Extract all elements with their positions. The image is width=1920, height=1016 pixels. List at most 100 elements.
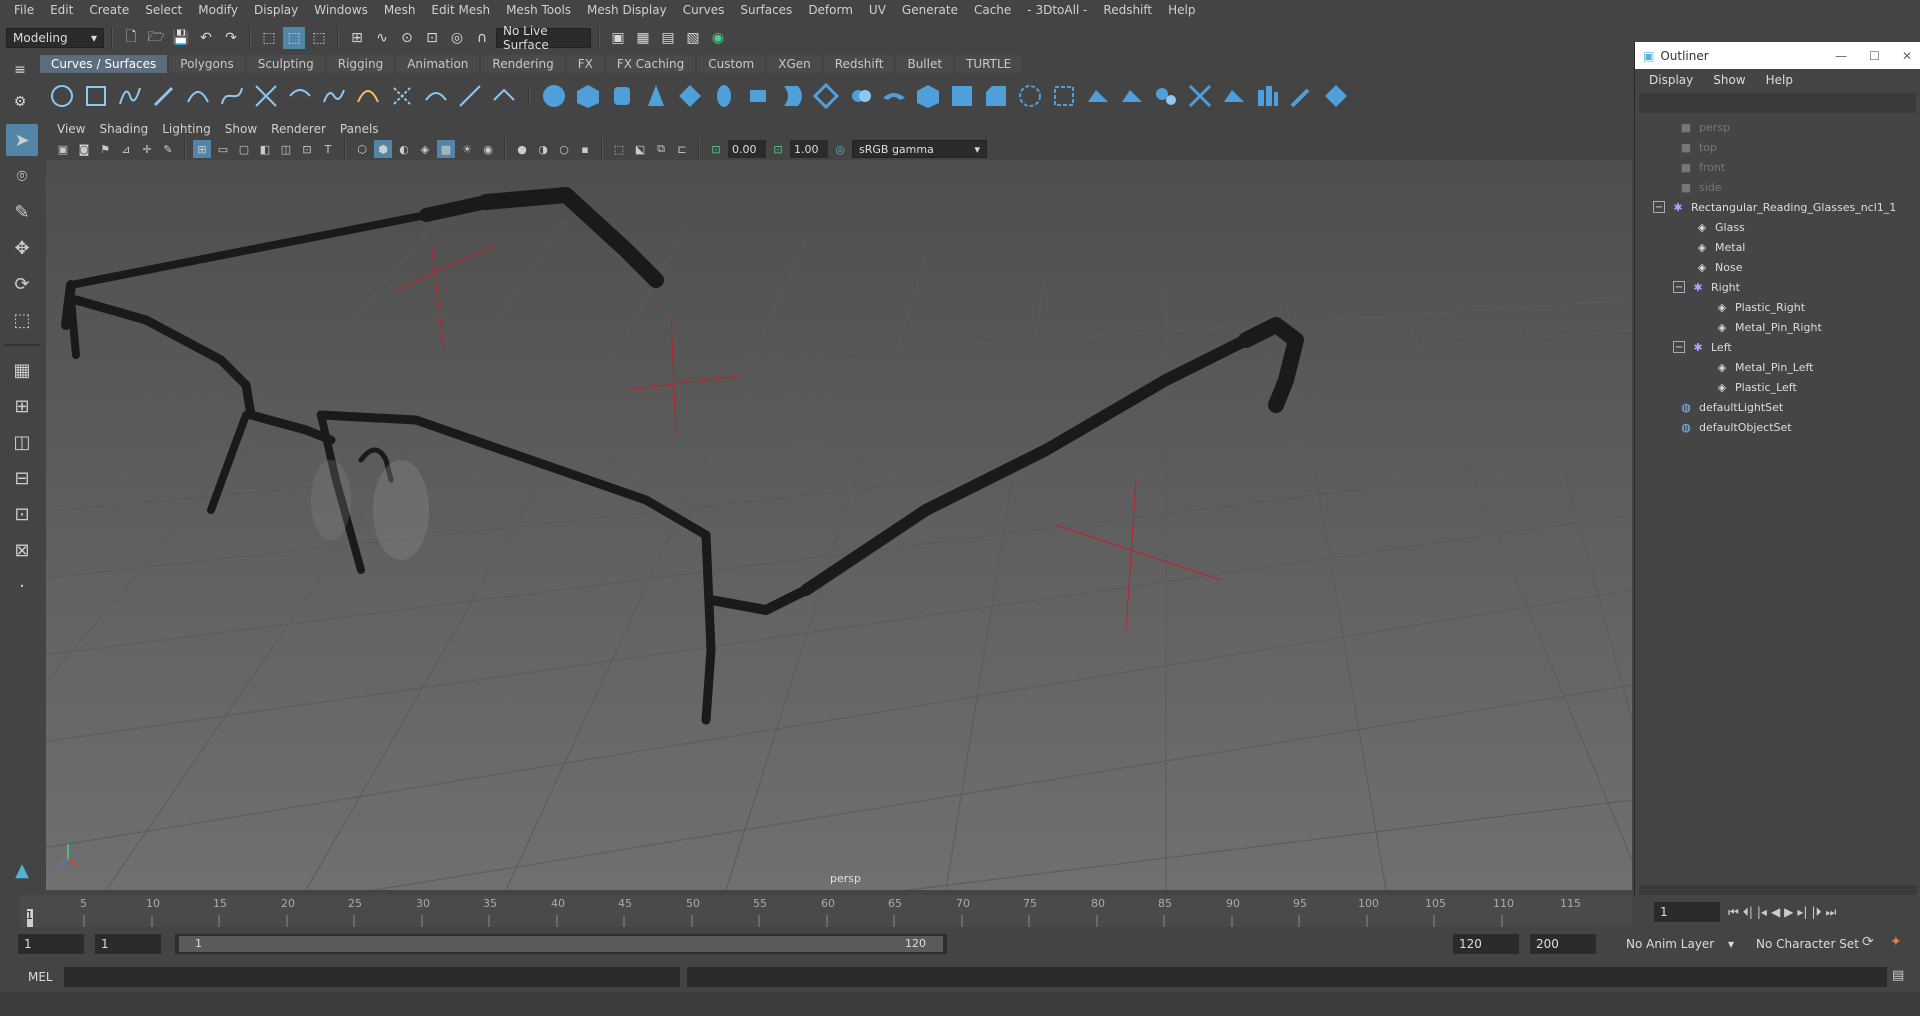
outliner-layout-icon[interactable]: ⊠	[6, 534, 38, 566]
workspace-dropdown[interactable]: Modeling ▾	[6, 28, 104, 48]
end-time-field[interactable]: 200	[1530, 934, 1596, 954]
outliner-item[interactable]: ◍ defaultObjectSet	[1635, 417, 1920, 437]
outliner-horizontal-scrollbar[interactable]	[1639, 885, 1917, 895]
film-gate-icon[interactable]: ▭	[214, 140, 232, 158]
outliner-menu-show[interactable]: Show	[1703, 73, 1755, 87]
range-end-field[interactable]: 120	[1453, 934, 1519, 954]
gamma-icon[interactable]: ⊡	[769, 140, 787, 158]
collapse-icon[interactable]: −	[1673, 341, 1685, 353]
viewport-menu-panels[interactable]: Panels	[333, 120, 386, 138]
go-to-end-icon[interactable]: ⏭	[1826, 905, 1837, 920]
field-chart-icon[interactable]: ◫	[277, 140, 295, 158]
shelf-tab-fx-caching[interactable]: FX Caching	[605, 55, 696, 73]
layout-more-icon[interactable]: ·	[6, 570, 38, 602]
perspective-viewport[interactable]: persp	[46, 160, 1632, 890]
menu-deform[interactable]: Deform	[800, 0, 861, 21]
hypershade-icon[interactable]: ◉	[707, 27, 729, 49]
lasso-tool-icon[interactable]: ⌾	[6, 160, 38, 192]
menu-mesh-tools[interactable]: Mesh Tools	[498, 0, 579, 21]
menu-mesh-display[interactable]: Mesh Display	[579, 0, 675, 21]
select-tool-icon[interactable]: ➤	[6, 124, 38, 156]
current-frame-field[interactable]: 1	[1654, 902, 1720, 922]
nurbs-sphere-icon[interactable]	[540, 82, 568, 110]
cv-curve-icon[interactable]	[116, 82, 144, 110]
outliner-item[interactable]: − ✱ Left	[1635, 337, 1920, 357]
birail-icon[interactable]	[880, 82, 908, 110]
persp-graph-layout-icon[interactable]: ⊟	[6, 462, 38, 494]
script-editor-icon[interactable]: ▤	[1892, 968, 1904, 983]
sculpt-geometry-icon[interactable]	[1288, 82, 1316, 110]
render-settings-icon[interactable]: ▧	[682, 27, 704, 49]
grease-pencil-icon[interactable]: ✎	[159, 140, 177, 158]
menu-edit[interactable]: Edit	[42, 0, 81, 21]
curve-offset-icon[interactable]	[354, 82, 382, 110]
shelf-tab-polygons[interactable]: Polygons	[169, 55, 245, 73]
bezier-curve-icon[interactable]	[218, 82, 246, 110]
viewport-menu-show[interactable]: Show	[218, 120, 264, 138]
nurbs-cube-icon[interactable]	[574, 82, 602, 110]
curve-cut-icon[interactable]	[252, 82, 280, 110]
outliner-item[interactable]: ◈ Nose	[1635, 257, 1920, 277]
step-back-key-icon[interactable]: |◂	[1757, 905, 1767, 919]
play-forward-icon[interactable]: ▶	[1784, 905, 1793, 919]
curve-attach-icon[interactable]	[286, 82, 314, 110]
select-hierarchy-icon[interactable]: ⬚	[258, 27, 280, 49]
wireframe-icon[interactable]: ⬡	[353, 140, 371, 158]
live-surface-field[interactable]: No Live Surface	[496, 24, 591, 52]
menu-help[interactable]: Help	[1160, 0, 1203, 21]
menu-select[interactable]: Select	[137, 0, 190, 21]
smooth-shade-icon[interactable]: ⬢	[374, 140, 392, 158]
curve-reverse-icon[interactable]	[422, 82, 450, 110]
paint-select-icon[interactable]: ✎	[6, 196, 38, 228]
nurbs-plane-icon[interactable]	[676, 82, 704, 110]
backface-icon[interactable]: ⊏	[673, 140, 691, 158]
viewport-menu-view[interactable]: View	[50, 120, 92, 138]
motion-blur-icon[interactable]: ●	[513, 140, 531, 158]
gamma-field[interactable]: 1.00	[790, 140, 828, 158]
multisample-icon[interactable]: ◑	[534, 140, 552, 158]
step-forward-frame-icon[interactable]: |⏵	[1811, 905, 1821, 920]
gear-icon[interactable]: ⚙	[9, 91, 31, 113]
outliner-item[interactable]: ■ front	[1635, 157, 1920, 177]
hypershade-layout-icon[interactable]: ⊡	[6, 498, 38, 530]
wireframe-on-shaded-icon[interactable]: ◐	[395, 140, 413, 158]
menu-edit-mesh[interactable]: Edit Mesh	[423, 0, 498, 21]
open-scene-icon[interactable]: 🗁	[145, 27, 167, 49]
menu-curves[interactable]: Curves	[675, 0, 733, 21]
shelf-tab-animation[interactable]: Animation	[396, 55, 480, 73]
rotate-tool-icon[interactable]: ⟳	[6, 268, 38, 300]
redo-icon[interactable]: ↷	[220, 27, 242, 49]
bookmark-icon[interactable]: ⚑	[96, 140, 114, 158]
safe-title-icon[interactable]: T	[319, 140, 337, 158]
two-d-pan-zoom-icon[interactable]: ✛	[138, 140, 156, 158]
persp-outliner-layout-icon[interactable]: ◫	[6, 426, 38, 458]
menu-cache[interactable]: Cache	[966, 0, 1019, 21]
outliner-item[interactable]: ◈ Plastic_Right	[1635, 297, 1920, 317]
minimize-icon[interactable]: —	[1835, 49, 1847, 63]
gate-mask-icon[interactable]: ◧	[256, 140, 274, 158]
shelf-tab-bullet[interactable]: Bullet	[896, 55, 954, 73]
menu-uv[interactable]: UV	[861, 0, 894, 21]
shelf-tab-turtle[interactable]: TURTLE	[955, 55, 1023, 73]
collapse-icon[interactable]: −	[1673, 281, 1685, 293]
viewport-menu-lighting[interactable]: Lighting	[155, 120, 218, 138]
render-frame-icon[interactable]: ▦	[632, 27, 654, 49]
outliner-menu-help[interactable]: Help	[1756, 73, 1803, 87]
command-input[interactable]	[64, 967, 680, 987]
outliner-item[interactable]: ◈ Metal_Pin_Right	[1635, 317, 1920, 337]
single-perspective-layout-icon[interactable]: ▦	[6, 354, 38, 386]
move-tool-icon[interactable]: ✥	[6, 232, 38, 264]
outliner-item[interactable]: − ✱ Right	[1635, 277, 1920, 297]
outliner-item[interactable]: ◈ Glass	[1635, 217, 1920, 237]
outliner-search-input[interactable]	[1639, 93, 1916, 113]
revolve-icon[interactable]	[744, 82, 772, 110]
outliner-item[interactable]: ◈ Plastic_Left	[1635, 377, 1920, 397]
depth-of-field-icon[interactable]: ○	[555, 140, 573, 158]
magnet-icon[interactable]: ∩	[471, 27, 493, 49]
shelf-tab-rendering[interactable]: Rendering	[481, 55, 565, 73]
square-surface-icon[interactable]	[948, 82, 976, 110]
camera-attributes-icon[interactable]: ◙	[75, 140, 93, 158]
outliner-item[interactable]: − ✱ Rectangular_Reading_Glasses_ncl1_1	[1635, 197, 1920, 217]
grid-toggle-icon[interactable]: ⊞	[193, 140, 211, 158]
isolate-select-icon[interactable]: ▪	[576, 140, 594, 158]
